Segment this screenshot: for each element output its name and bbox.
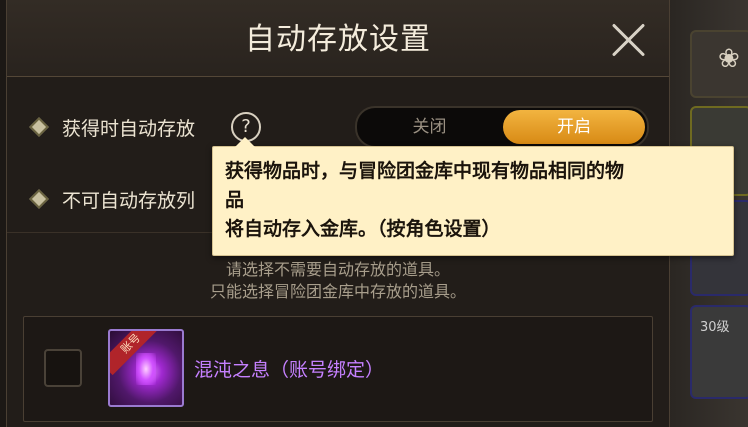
auto-store-label: 获得时自动存放 (62, 118, 196, 140)
exclude-list-label: 不可自动存放列 (62, 190, 196, 212)
background-slot-label: 30级 (700, 320, 730, 335)
paw-icon: ❀ (718, 44, 740, 74)
tooltip-arrow (235, 137, 255, 147)
item-glow (136, 353, 156, 385)
tooltip-text: 获得物品时，与冒险团金库中现有物品相同的物 品 将自动存入金库。（按角色设置） (225, 157, 725, 244)
diamond-bullet-icon (29, 189, 49, 209)
tooltip-line1: 获得物品时，与冒险团金库中现有物品相同的物 (225, 160, 625, 182)
auto-store-toggle[interactable]: 关闭 开启 (355, 106, 649, 148)
diamond-bullet-icon (29, 117, 49, 137)
close-icon[interactable] (609, 20, 649, 60)
excluded-item-list: 账号 混沌之息（账号绑定） (23, 316, 653, 422)
dialog-title: 自动存放设置 (245, 22, 431, 57)
toggle-on-option[interactable]: 开启 (503, 110, 645, 144)
chaos-breath-item-icon: 账号 (108, 329, 184, 407)
hint-text-line1: 请选择不需要自动存放的道具。 (225, 260, 450, 279)
tooltip-line3: 将自动存入金库。（按角色设置） (225, 218, 501, 240)
tooltip-line2: 品 (225, 189, 245, 211)
help-tooltip: 获得物品时，与冒险团金库中现有物品相同的物 品 将自动存入金库。（按角色设置） (212, 137, 734, 256)
item-name: 混沌之息（账号绑定） (194, 359, 385, 381)
dialog-header: 自动存放设置 (7, 0, 669, 77)
toggle-off-option[interactable]: 关闭 (357, 108, 502, 146)
item-checkbox[interactable] (44, 349, 82, 387)
hint-text-line2: 只能选择冒险团金库中存放的道具。 (209, 282, 466, 301)
